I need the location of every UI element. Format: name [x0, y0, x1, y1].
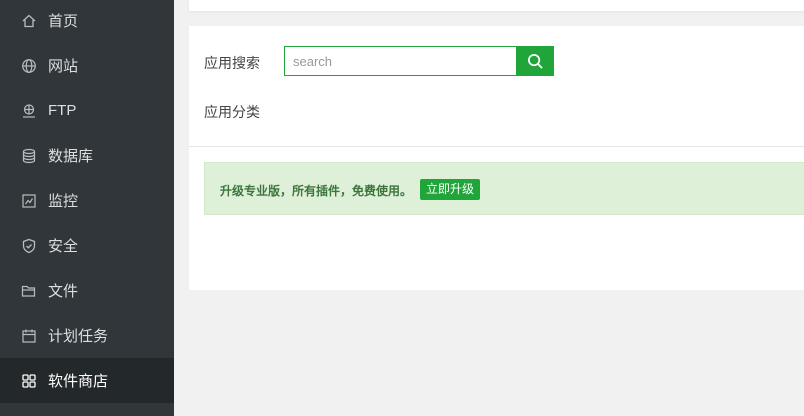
upgrade-text: 升级专业版，所有插件，免费使用。	[220, 184, 413, 198]
category-label: 应用分类	[204, 104, 260, 120]
sidebar-item-label: 软件商店	[48, 373, 109, 390]
ftp-icon	[21, 103, 37, 119]
sidebar-item-label: FTP	[48, 102, 77, 119]
sidebar-item-website[interactable]: 网站	[0, 43, 174, 88]
folder-icon	[21, 283, 37, 299]
sidebar-item-cron[interactable]: 计划任务	[0, 313, 174, 358]
sidebar-item-label: 安全	[48, 238, 79, 255]
upgrade-notice: 升级专业版，所有插件，免费使用。 立即升级	[204, 162, 804, 215]
calendar-icon	[21, 328, 37, 344]
sidebar: 首页 网站 FTP 数据库 监控 安全 文件 计划任务 软件商店	[0, 0, 174, 416]
upgrade-button[interactable]: 立即升级	[420, 179, 481, 200]
sidebar-item-monitor[interactable]: 监控	[0, 178, 174, 223]
sidebar-item-home[interactable]: 首页	[0, 0, 174, 43]
sidebar-item-security[interactable]: 安全	[0, 223, 174, 268]
sidebar-item-label: 文件	[48, 283, 79, 300]
sidebar-item-label: 计划任务	[48, 328, 109, 345]
sidebar-item-software-store[interactable]: 软件商店	[0, 358, 174, 403]
sidebar-item-label: 首页	[48, 13, 79, 30]
sidebar-item-label: 网站	[48, 58, 79, 75]
sidebar-item-label: 数据库	[48, 148, 94, 165]
database-icon	[21, 148, 37, 164]
globe-icon	[21, 58, 37, 74]
shield-icon	[21, 238, 37, 254]
divider	[189, 146, 804, 147]
sidebar-item-ftp[interactable]: FTP	[0, 88, 174, 133]
monitor-icon	[21, 193, 37, 209]
search-input[interactable]	[284, 46, 516, 76]
search-label: 应用搜索	[204, 55, 260, 71]
top-panel	[189, 0, 804, 11]
sidebar-item-label: 监控	[48, 193, 79, 210]
store-panel: 应用搜索 应用分类 升级专业版，所有插件，免费使用。 立即升级	[189, 26, 804, 290]
home-icon	[21, 13, 37, 29]
search-icon	[527, 53, 543, 69]
sidebar-item-database[interactable]: 数据库	[0, 133, 174, 178]
sidebar-item-files[interactable]: 文件	[0, 268, 174, 313]
search-button[interactable]	[516, 46, 554, 76]
grid-icon	[21, 373, 37, 389]
